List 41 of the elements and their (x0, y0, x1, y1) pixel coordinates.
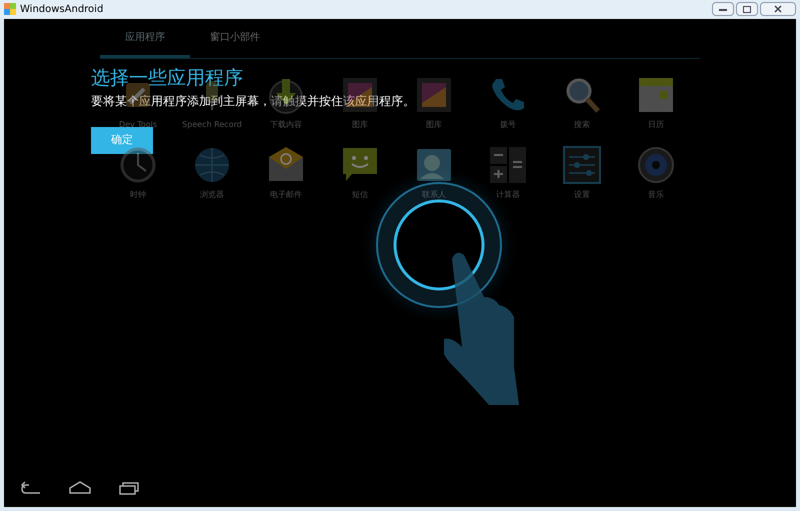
minimize-icon (719, 8, 727, 10)
app-label[interactable]: 音乐 (648, 189, 664, 201)
picture-frame-icon (414, 75, 454, 115)
home-icon (68, 481, 92, 495)
minimize-button[interactable] (712, 2, 734, 16)
recent-apps-icon (118, 481, 140, 495)
calendar-icon (636, 75, 676, 115)
colored-squares-icon (4, 3, 16, 15)
app-label[interactable]: 拨号 (500, 119, 516, 131)
home-button[interactable] (68, 481, 92, 495)
intro-message: 要将某个应用程序添加到主屏幕，请触摸并按住该应用程序。 (91, 93, 415, 109)
app-label[interactable]: 下载内容 (270, 119, 302, 131)
app-label[interactable]: Speech Record (182, 119, 242, 131)
app-label[interactable]: 设置 (574, 189, 590, 201)
app-label[interactable]: 短信 (352, 189, 368, 201)
globe-icon (192, 145, 232, 185)
ok-button[interactable]: 确定 (91, 127, 153, 154)
app-label[interactable]: 时钟 (130, 189, 146, 201)
intro-title: 选择一些应用程序 (91, 66, 243, 91)
app-label[interactable]: 联系人 (422, 189, 446, 201)
sliders-icon (562, 145, 602, 185)
maximize-icon (743, 6, 751, 12)
app-label[interactable]: 计算器 (496, 189, 520, 201)
app-label[interactable]: 日历 (648, 119, 664, 131)
speaker-icon (636, 145, 676, 185)
tab[interactable]: 应用程序 (100, 20, 190, 58)
tab[interactable]: 窗口小部件 (190, 20, 280, 58)
app-label[interactable]: 图库 (426, 119, 442, 131)
close-button[interactable] (760, 2, 796, 16)
clock-icon (118, 145, 158, 185)
close-icon (774, 5, 782, 13)
back-button[interactable] (20, 481, 42, 495)
back-arrow-icon (20, 481, 42, 495)
app-label[interactable]: 图库 (352, 119, 368, 131)
recent-apps-button[interactable] (118, 481, 140, 495)
app-label[interactable]: 电子邮件 (270, 189, 302, 201)
window-title: WindowsAndroid (20, 2, 104, 16)
maximize-button[interactable] (736, 2, 758, 16)
calculator-icon (488, 145, 528, 185)
app-label[interactable]: 浏览器 (200, 189, 224, 201)
app-label[interactable]: 搜索 (574, 119, 590, 131)
